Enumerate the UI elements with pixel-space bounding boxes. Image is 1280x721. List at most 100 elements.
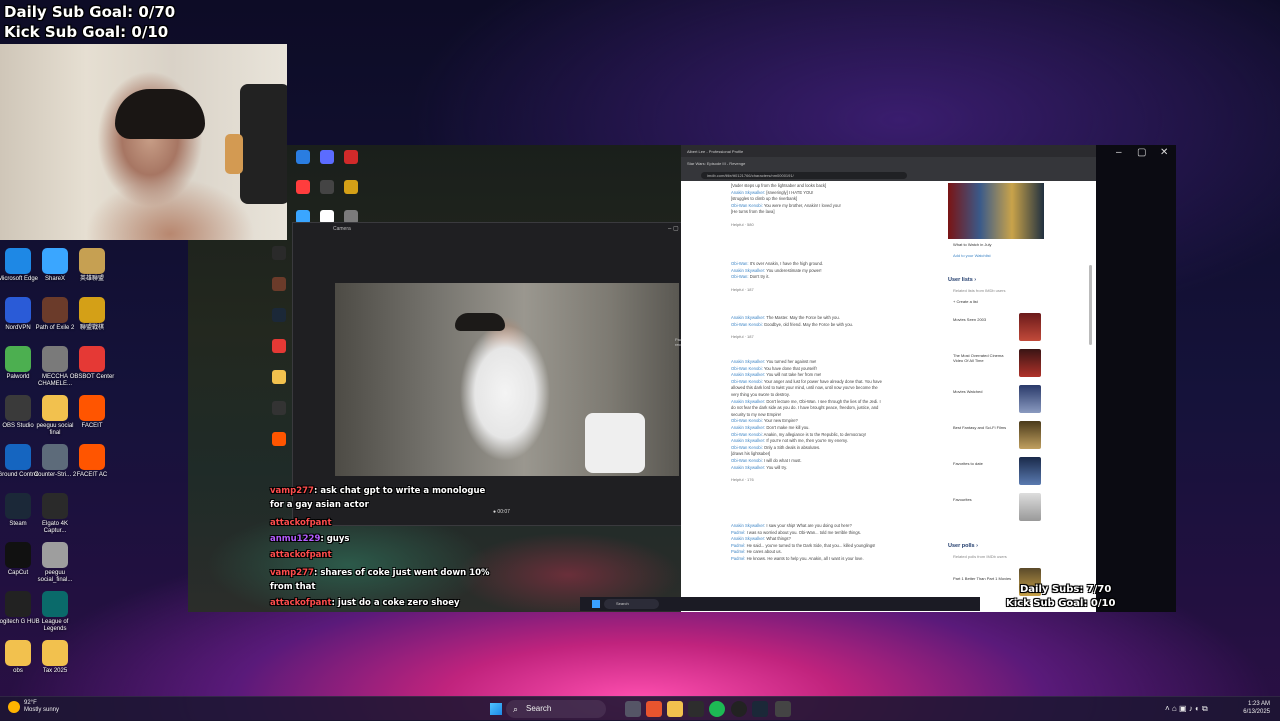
character-name[interactable]: Obi-Wan: xyxy=(731,261,749,266)
mini-desktop-icon[interactable] xyxy=(340,180,362,195)
desktop-icon[interactable]: Elgato 4K Captur... xyxy=(31,493,79,535)
character-name[interactable]: Obi-Wan Kenobi: xyxy=(731,458,763,463)
user-list-thumbnail[interactable] xyxy=(1019,493,1041,521)
user-list-item[interactable]: Favorites to date xyxy=(953,461,1013,466)
helpful-votes[interactable]: Helpful · 580 xyxy=(731,222,754,227)
user-list-thumbnail[interactable] xyxy=(1019,313,1041,341)
desktop-icon[interactable]: FACEIT xyxy=(68,395,116,430)
character-name[interactable]: Obi-Wan Kenobi: xyxy=(731,366,763,371)
browser-window[interactable]: Albert Lee - Professional Profile Star W… xyxy=(681,145,1096,612)
desktop-icon[interactable]: Tax 2025 xyxy=(31,640,79,675)
user-list-item[interactable]: Movies Watched xyxy=(953,389,1013,394)
captured-search[interactable]: Search xyxy=(604,599,659,609)
desktop-icon[interactable]: peeguu social_final... xyxy=(31,542,79,584)
user-list-thumbnail[interactable] xyxy=(1019,457,1041,485)
chat-username[interactable]: attackofpant xyxy=(270,518,332,528)
desktop-icon[interactable]: FACEIT AC xyxy=(68,444,116,479)
capcut-taskbar-icon[interactable] xyxy=(688,701,704,717)
chat-username[interactable]: anmu1229 xyxy=(270,534,320,544)
camera-window[interactable]: Camera – ▢ ✕ Pause video recording ● 00:… xyxy=(292,222,711,526)
mini-desktop-icon[interactable] xyxy=(268,246,290,261)
minimize-icon[interactable]: – xyxy=(1116,147,1122,158)
character-name[interactable]: Obi-Wan Kenobi: xyxy=(731,418,763,423)
browser-tab-1[interactable]: Albert Lee - Professional Profile xyxy=(687,149,743,154)
character-name[interactable]: Anakin Skywalker: xyxy=(731,372,765,377)
chat-username[interactable]: attackofpant xyxy=(270,598,332,608)
desktop-icon[interactable]: 聯盟戰棋 xyxy=(68,297,116,332)
user-list-thumbnail[interactable] xyxy=(1019,421,1041,449)
character-name[interactable]: Padmé: xyxy=(731,530,745,535)
chat-username[interactable]: vamp277 xyxy=(270,568,314,578)
helpful-votes[interactable]: Helpful · 187 xyxy=(731,287,754,292)
character-name[interactable]: Obi-Wan Kenobi: xyxy=(731,445,763,450)
user-list-item[interactable]: Movies Seen 2003 xyxy=(953,317,1013,322)
desktop-icon[interactable]: 英雄聯盟 xyxy=(68,248,116,283)
mini-desktop-icon[interactable] xyxy=(292,150,314,165)
helpful-votes[interactable]: Helpful · 176 xyxy=(731,477,754,482)
character-name[interactable]: Padmé: xyxy=(731,549,745,554)
character-name[interactable]: Obi-Wan Kenobi: xyxy=(731,322,763,327)
camera-taskbar-icon[interactable] xyxy=(775,701,791,717)
watchlist-link[interactable]: Add to your Watchlist xyxy=(953,253,991,258)
user-polls-heading[interactable]: User polls › xyxy=(948,543,978,549)
character-name[interactable]: Anakin Skywalker: xyxy=(731,465,765,470)
desktop-icon[interactable]: League of Legends xyxy=(31,591,79,633)
character-name[interactable]: Anakin Skywalker: xyxy=(731,438,765,443)
mini-desktop-icon[interactable] xyxy=(268,339,290,354)
character-name[interactable]: Obi-Wan: xyxy=(731,274,749,279)
poll-title[interactable]: Part 1 Better Than Part 1 Movies xyxy=(953,576,1013,581)
helpful-votes[interactable]: Helpful · 187 xyxy=(731,334,754,339)
weather-widget[interactable]: 92°F Mostly sunny xyxy=(24,700,59,714)
user-list-item[interactable]: Best Fantasy and Sci-Fi Films xyxy=(953,425,1013,430)
address-bar[interactable]: imdb.com/title/tt0121766/characters/nm00… xyxy=(701,171,907,179)
chat-username[interactable]: attackofpant xyxy=(270,550,332,560)
clock[interactable]: 1:23 AM 6/13/2025 xyxy=(1243,700,1270,716)
system-tray-icons[interactable]: ˄ ⌂ ▣ ♪ ◐ ⧉ xyxy=(1165,704,1208,714)
user-list-thumbnail[interactable] xyxy=(1019,349,1041,377)
character-name[interactable]: Anakin Skywalker: xyxy=(731,268,765,273)
character-name[interactable]: Obi-Wan Kenobi: xyxy=(731,203,763,208)
character-name[interactable]: Obi-Wan Kenobi: xyxy=(731,432,763,437)
mini-desktop-icon[interactable] xyxy=(268,432,290,447)
mini-desktop-icon[interactable] xyxy=(316,180,338,195)
mini-desktop-icon[interactable] xyxy=(316,150,338,165)
character-name[interactable]: Anakin Skywalker: xyxy=(731,399,765,404)
spotify-icon[interactable] xyxy=(709,701,725,717)
scrollbar[interactable] xyxy=(1089,265,1092,345)
mini-desktop-icon[interactable] xyxy=(268,401,290,416)
obs-taskbar-icon[interactable] xyxy=(731,701,747,717)
mini-desktop-icon[interactable] xyxy=(268,370,290,385)
close-icon[interactable]: ✕ xyxy=(1160,147,1168,158)
weather-icon[interactable] xyxy=(8,701,20,713)
user-list-thumbnail[interactable] xyxy=(1019,385,1041,413)
mini-desktop-icon[interactable] xyxy=(268,308,290,323)
user-list-item[interactable]: Favourites xyxy=(953,497,1013,502)
file-explorer-icon[interactable] xyxy=(667,701,683,717)
steam-taskbar-icon[interactable] xyxy=(752,701,768,717)
mini-desktop-icon[interactable] xyxy=(292,180,314,195)
desktop-icon[interactable]: OBSBOT Center xyxy=(68,346,116,381)
user-lists-heading[interactable]: User lists › xyxy=(948,277,976,283)
character-name[interactable]: Anakin Skywalker: xyxy=(731,523,765,528)
browser-tab-2[interactable]: Star Wars: Episode III - Revenge xyxy=(687,161,745,166)
start-button[interactable] xyxy=(490,703,502,715)
character-name[interactable]: Anakin Skywalker: xyxy=(731,315,765,320)
character-name[interactable]: Anakin Skywalker: xyxy=(731,359,765,364)
brave-icon[interactable] xyxy=(646,701,662,717)
create-list-link[interactable]: + Create a list xyxy=(953,299,978,304)
mini-desktop-icon[interactable] xyxy=(268,277,290,292)
character-name[interactable]: Anakin Skywalker: xyxy=(731,536,765,541)
character-name[interactable]: Obi-Wan Kenobi: xyxy=(731,379,763,384)
start-icon[interactable] xyxy=(592,600,600,608)
chat-username[interactable]: vamp277 xyxy=(270,486,314,496)
mini-desktop-icon[interactable] xyxy=(340,150,362,165)
taskbar-search[interactable]: ⌕ Search xyxy=(506,700,606,718)
character-name[interactable]: Anakin Skywalker: xyxy=(731,425,765,430)
character-name[interactable]: Padmé: xyxy=(731,543,745,548)
maximize-icon[interactable]: ▢ xyxy=(1137,147,1146,158)
watch-poster-strip[interactable] xyxy=(948,183,1044,239)
task-view-icon[interactable] xyxy=(625,701,641,717)
character-name[interactable]: Anakin Skywalker: xyxy=(731,190,765,195)
character-name[interactable]: Padmé: xyxy=(731,556,745,561)
user-list-item[interactable]: The Most Overrated Cinema Video Of All T… xyxy=(953,353,1013,363)
